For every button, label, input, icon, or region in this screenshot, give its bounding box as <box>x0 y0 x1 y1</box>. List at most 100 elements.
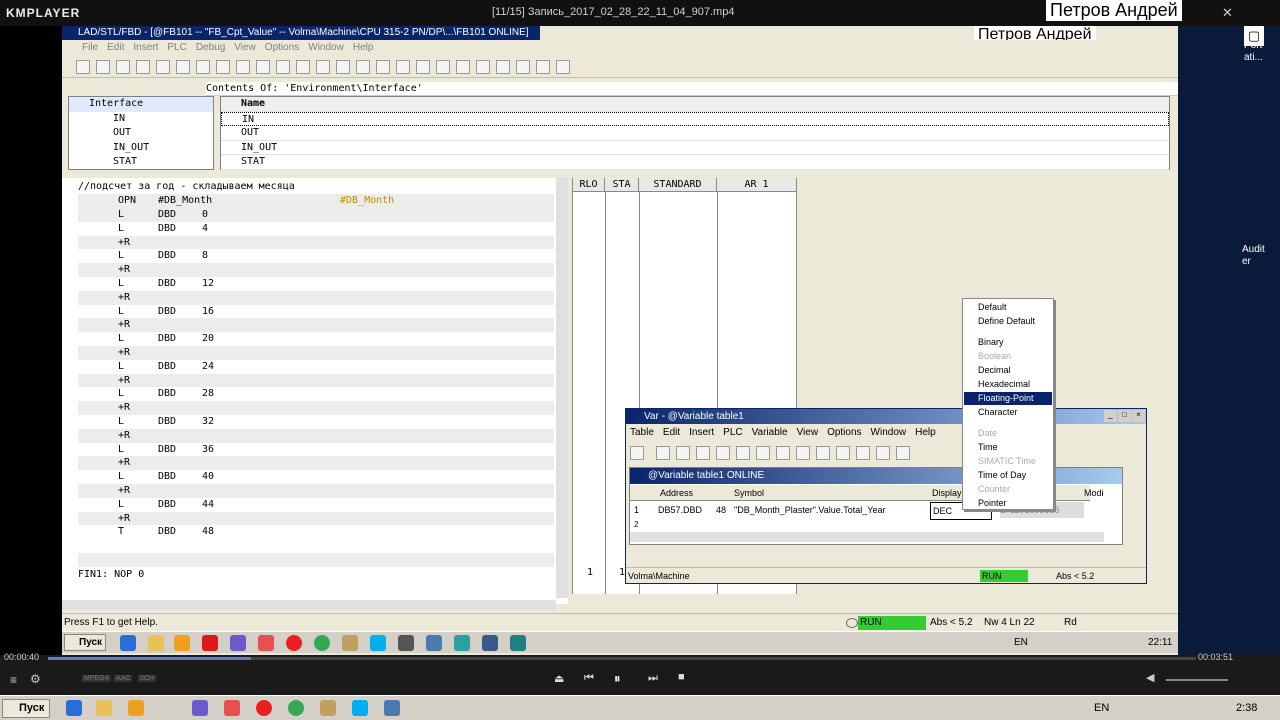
var-save-icon[interactable] <box>696 446 710 460</box>
opera-icon[interactable] <box>286 635 302 651</box>
stl-line[interactable]: L DBD 4 <box>78 222 554 236</box>
var-copy-icon[interactable] <box>756 446 770 460</box>
menu-window[interactable]: Window <box>308 42 344 53</box>
tree-out[interactable]: OUT <box>69 126 213 141</box>
stl-line[interactable]: L DBD 32 <box>78 415 554 429</box>
stl-horizontal-scrollbar[interactable] <box>62 600 556 610</box>
format-option[interactable]: Time <box>964 441 1052 454</box>
stl-line[interactable]: +R <box>78 290 554 305</box>
open-icon[interactable] <box>96 60 110 74</box>
var-paste-icon[interactable] <box>776 446 790 460</box>
host-folder-icon[interactable] <box>96 700 112 716</box>
stl-line[interactable]: +R <box>78 235 554 250</box>
var-menu-edit[interactable]: Edit <box>663 427 680 438</box>
var-menu-help[interactable]: Help <box>915 427 936 438</box>
save-icon[interactable] <box>136 60 150 74</box>
format-option[interactable]: Time of Day <box>964 469 1052 482</box>
stl-vertical-scrollbar[interactable] <box>556 178 568 598</box>
menu-insert[interactable]: Insert <box>133 42 158 53</box>
tree-interface[interactable]: Interface <box>69 97 213 112</box>
volume-icon[interactable]: ◀ <box>1146 671 1154 684</box>
tree-in-out[interactable]: IN_OUT <box>69 141 213 156</box>
branch-open-icon[interactable] <box>516 60 530 74</box>
help-icon[interactable] <box>556 60 570 74</box>
folder-icon[interactable] <box>148 635 164 651</box>
var-window[interactable]: Var - @Variable table1 _ □ × Table Edit In… <box>625 408 1147 584</box>
menu-edit[interactable]: Edit <box>107 42 124 53</box>
grid-row-out[interactable]: OUT <box>221 126 1169 141</box>
grid-row-stat[interactable]: STAT <box>221 155 1169 170</box>
var-delete-icon[interactable] <box>836 446 850 460</box>
branch-close-icon[interactable] <box>536 60 550 74</box>
stl-line[interactable]: L DBD 36 <box>78 443 554 457</box>
menu-help[interactable]: Help <box>353 42 374 53</box>
simatic-icon[interactable] <box>454 635 470 651</box>
next-icon[interactable]: ⏭ <box>648 672 658 685</box>
chrome-icon[interactable] <box>314 635 330 651</box>
menu-options[interactable]: Options <box>265 42 299 53</box>
player-icon[interactable] <box>230 635 246 651</box>
monitor-app-icon[interactable] <box>426 635 442 651</box>
redo-icon[interactable] <box>256 60 270 74</box>
format-option[interactable]: Pointer <box>964 497 1052 510</box>
copy-icon[interactable] <box>196 60 210 74</box>
var-menu-view[interactable]: View <box>797 427 819 438</box>
var-insert-icon[interactable] <box>630 446 644 460</box>
stl-line[interactable]: L DBD 44 <box>78 498 554 512</box>
stl-line[interactable]: +R <box>78 428 554 443</box>
menu-icon[interactable]: ≡ <box>10 673 17 687</box>
stl-line[interactable]: L DBD 0 <box>78 208 554 222</box>
volume-slider[interactable] <box>1166 679 1228 681</box>
overview-icon[interactable] <box>376 60 390 74</box>
var-redo-icon[interactable] <box>816 446 830 460</box>
host-lang[interactable]: EN <box>1094 702 1109 714</box>
var-cut-icon[interactable] <box>736 446 750 460</box>
network-insert-icon[interactable] <box>416 60 430 74</box>
stl-line[interactable]: L DBD 20 <box>78 332 554 346</box>
undo-icon[interactable] <box>236 60 250 74</box>
format-option[interactable]: Character <box>964 406 1052 419</box>
network-icon[interactable] <box>116 60 130 74</box>
var-menu-table[interactable]: Table <box>630 427 654 438</box>
menu-view[interactable]: View <box>234 42 256 53</box>
format-option[interactable]: Define Default <box>964 315 1052 328</box>
var-new-icon[interactable] <box>656 446 670 460</box>
glasses-icon[interactable] <box>336 60 350 74</box>
grid-row-in-out[interactable]: IN_OUT <box>221 141 1169 155</box>
new-icon[interactable] <box>76 60 90 74</box>
var-monitor-icon[interactable] <box>876 446 890 460</box>
coil-icon[interactable] <box>476 60 490 74</box>
archive-icon[interactable] <box>342 635 358 651</box>
format-option[interactable]: Default <box>964 301 1052 314</box>
stl-editor[interactable]: //подсчет за год - складываем месяца OPN… <box>62 178 568 604</box>
yandex-icon[interactable] <box>202 635 218 651</box>
details-icon[interactable] <box>396 60 410 74</box>
stl-line[interactable]: +R <box>78 401 554 415</box>
var-menu-insert[interactable]: Insert <box>689 427 714 438</box>
host-chrome-icon[interactable] <box>288 700 304 716</box>
var-open-icon[interactable] <box>676 446 690 460</box>
stl-line[interactable]: +R <box>78 373 554 388</box>
cut-icon[interactable] <box>176 60 190 74</box>
host-media-icon[interactable] <box>128 700 144 716</box>
ie-icon[interactable] <box>120 635 136 651</box>
stl-line[interactable]: L DBD 8 <box>78 249 554 263</box>
var-minimize-button[interactable]: _ <box>1104 410 1117 422</box>
stl-line[interactable]: L DBD 40 <box>78 470 554 484</box>
menu-file[interactable]: File <box>82 42 98 53</box>
format-option[interactable]: Binary <box>964 336 1052 349</box>
var-menu-variable[interactable]: Variable <box>752 427 788 438</box>
stl-line[interactable]: L DBD 24 <box>78 360 554 374</box>
host-yandex-icon[interactable] <box>224 700 240 716</box>
break-icon[interactable] <box>356 60 370 74</box>
ladder-app-icon[interactable] <box>482 635 498 651</box>
host-player-icon[interactable] <box>192 700 208 716</box>
stl-line[interactable]: +R <box>78 346 554 360</box>
print-icon[interactable] <box>156 60 170 74</box>
menu-debug[interactable]: Debug <box>196 42 225 53</box>
stl-line[interactable]: +R <box>78 511 554 526</box>
var-help-icon[interactable] <box>896 446 910 460</box>
stl-line[interactable]: L DBD 12 <box>78 277 554 291</box>
stl-fin-line[interactable]: FIN1: NOP 0 <box>78 568 554 582</box>
box-icon[interactable] <box>496 60 510 74</box>
